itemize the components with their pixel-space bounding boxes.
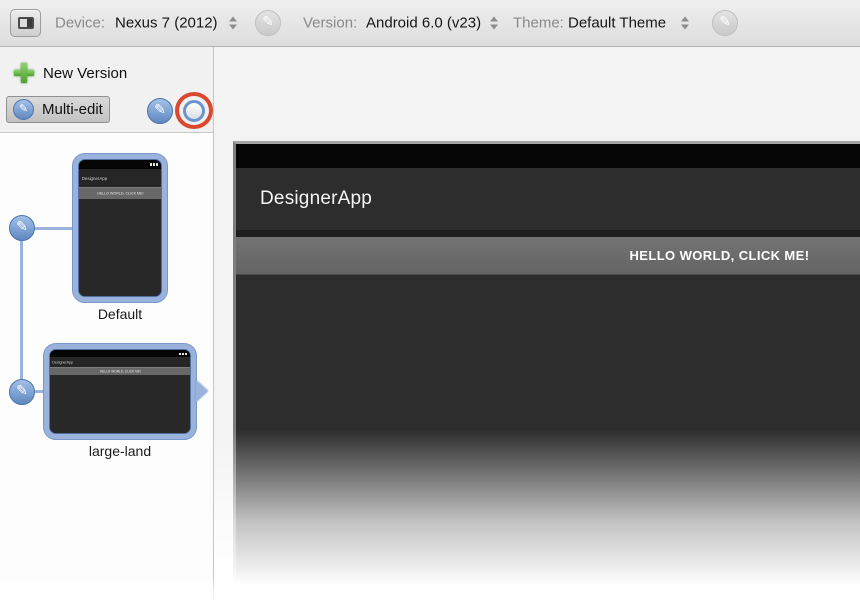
layout-preview-canvas[interactable]: DesignerApp HELLO WORLD, CLICK ME! xyxy=(233,141,860,600)
hello-world-button-label: HELLO WORLD, CLICK ME! xyxy=(630,248,810,263)
pencil-icon: ✎ xyxy=(262,15,274,29)
version-stepper[interactable] xyxy=(490,17,498,30)
theme-value[interactable]: Default Theme xyxy=(568,15,666,32)
preview-divider xyxy=(236,230,860,237)
sidebar-divider xyxy=(213,47,214,600)
preview-status-bar xyxy=(236,144,860,168)
new-version-button[interactable]: New Version xyxy=(13,62,127,84)
chevron-down-icon xyxy=(490,25,498,30)
mini-app-title: DesignerApp xyxy=(50,360,73,364)
current-layout-arrow-icon xyxy=(196,380,208,402)
android-designer-window: DesignerApp HELLO WORLD, CLICK ME! Devic… xyxy=(0,0,860,600)
hello-world-button[interactable]: HELLO WORLD, CLICK ME! xyxy=(236,237,860,275)
chevron-up-icon xyxy=(490,17,498,22)
pencil-icon: ✎ xyxy=(19,103,28,114)
mini-action-bar: DesignerApp xyxy=(50,357,190,367)
mini-button-label: HELLO WORLD, CLICK ME! xyxy=(99,370,140,374)
thumbnail-large-land[interactable]: DesignerApp HELLO WORLD, CLICK ME! xyxy=(43,343,197,440)
new-version-label: New Version xyxy=(43,65,127,82)
mini-button: HELLO WORLD, CLICK ME! xyxy=(79,187,161,199)
mini-body xyxy=(50,375,190,433)
chevron-up-icon xyxy=(229,17,237,22)
thumbnail-default-screen: DesignerApp HELLO WORLD, CLICK ME! xyxy=(78,159,162,297)
mini-status-bar xyxy=(79,160,161,169)
multi-edit-label: Multi-edit xyxy=(42,101,103,118)
device-label: Device: xyxy=(55,15,105,32)
version-value[interactable]: Android 6.0 (v23) xyxy=(366,15,481,32)
chevron-up-icon xyxy=(681,17,689,22)
multi-edit-radio-button[interactable] xyxy=(183,100,205,122)
tree-connector-vertical xyxy=(20,228,23,393)
preview-body xyxy=(236,275,860,600)
pencil-icon: ✎ xyxy=(154,103,166,117)
mini-button: HELLO WORLD, CLICK ME! xyxy=(50,367,190,375)
theme-label: Theme: xyxy=(513,15,564,32)
pencil-badge: ✎ xyxy=(13,99,34,120)
edit-layouts-button[interactable]: ✎ xyxy=(147,98,173,124)
plus-icon xyxy=(13,62,35,84)
edit-device-button[interactable]: ✎ xyxy=(255,10,281,36)
multi-edit-button[interactable]: ✎ Multi-edit xyxy=(6,96,110,123)
version-label: Version: xyxy=(303,15,357,32)
mini-status-bar xyxy=(50,350,190,357)
chevron-down-icon xyxy=(681,25,689,30)
mini-body xyxy=(79,199,161,296)
thumbnail-default-label: Default xyxy=(72,306,168,322)
mini-button-label: HELLO WORLD, CLICK ME! xyxy=(97,191,143,195)
chevron-down-icon xyxy=(229,25,237,30)
preview-action-bar: DesignerApp xyxy=(236,168,860,230)
mini-action-bar: DesignerApp xyxy=(79,169,161,187)
panel-toggle-button[interactable] xyxy=(10,9,41,37)
pencil-icon: ✎ xyxy=(719,15,731,29)
device-value[interactable]: Nexus 7 (2012) xyxy=(115,15,218,32)
device-stepper[interactable] xyxy=(229,17,237,30)
split-panel-icon xyxy=(18,17,34,29)
preview-app-title: DesignerApp xyxy=(260,188,372,210)
edit-version-largeland-button[interactable]: ✎ xyxy=(9,379,35,405)
thumbnail-large-land-screen: DesignerApp HELLO WORLD, CLICK ME! xyxy=(49,349,191,434)
edit-theme-button[interactable]: ✎ xyxy=(712,10,738,36)
edit-version-default-button[interactable]: ✎ xyxy=(9,215,35,241)
thumbnail-default[interactable]: DesignerApp HELLO WORLD, CLICK ME! xyxy=(72,153,168,303)
mini-app-title: DesignerApp xyxy=(79,176,107,181)
thumbnail-large-land-label: large-land xyxy=(43,443,197,459)
pencil-icon: ✎ xyxy=(16,384,28,398)
pencil-icon: ✎ xyxy=(16,220,28,234)
theme-stepper[interactable] xyxy=(681,17,689,30)
toolbar: Device: Nexus 7 (2012) ✎ Version: Androi… xyxy=(0,0,860,47)
